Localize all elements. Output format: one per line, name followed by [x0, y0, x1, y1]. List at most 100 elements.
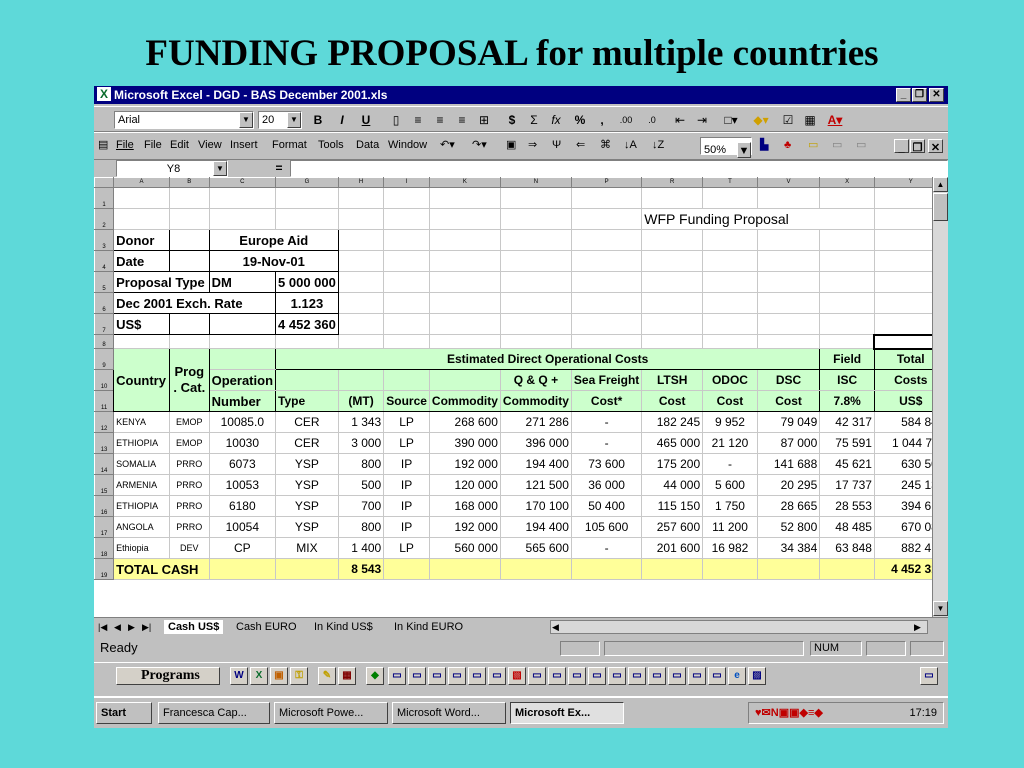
- tab-in-kind-usd[interactable]: In Kind US$: [314, 620, 373, 634]
- tools-icon[interactable]: ✎: [318, 667, 336, 685]
- header-type[interactable]: Type: [275, 390, 339, 412]
- cell-op[interactable]: 10054: [208, 516, 277, 538]
- word-icon[interactable]: W: [230, 667, 248, 685]
- folder-icon[interactable]: ▭: [708, 667, 726, 685]
- column-header[interactable]: I: [383, 177, 430, 188]
- column-header[interactable]: T: [702, 177, 758, 188]
- row-header[interactable]: 12: [94, 411, 115, 433]
- folder-icon[interactable]: ▭: [920, 667, 938, 685]
- start-button[interactable]: Start: [96, 702, 152, 724]
- cell-country[interactable]: ETHIOPIA: [113, 495, 171, 517]
- worksheet-grid[interactable]: A B C G H I K N P R T V X Y 1 2 WFP Fund…: [94, 177, 948, 617]
- chevron-down-icon[interactable]: ▼: [213, 161, 227, 176]
- tab-first-icon[interactable]: |◀: [98, 620, 107, 634]
- cell-ltsh[interactable]: 465 000: [641, 432, 704, 454]
- cell-isc[interactable]: 42 317: [819, 411, 875, 433]
- row-header[interactable]: 8: [94, 334, 115, 349]
- menu-view[interactable]: View: [198, 137, 222, 153]
- info-value[interactable]: 19-Nov-01: [208, 250, 339, 272]
- cell-op[interactable]: 10030: [208, 432, 277, 454]
- sheet-icon[interactable]: ▤: [98, 137, 108, 153]
- cell-prog[interactable]: PRRO: [169, 474, 210, 496]
- cell-sea[interactable]: 73 600: [570, 453, 643, 475]
- cell-qq[interactable]: 565 600: [499, 537, 572, 559]
- cell-source[interactable]: IP: [383, 516, 430, 538]
- network-icon[interactable]: ◆: [366, 667, 384, 685]
- task-francesca[interactable]: Francesca Cap...: [158, 702, 270, 724]
- cell-commodity[interactable]: 192 000: [428, 453, 501, 475]
- row-header[interactable]: 3: [94, 229, 115, 251]
- cell-mt[interactable]: 500: [337, 474, 385, 496]
- cell-odoc[interactable]: 16 982: [702, 537, 758, 559]
- header-operation[interactable]: Operation: [208, 369, 277, 391]
- cell-dsc[interactable]: 79 049: [756, 411, 821, 433]
- folder-icon[interactable]: ▭: [448, 667, 466, 685]
- task-excel[interactable]: Microsoft Ex...: [510, 702, 624, 724]
- decrease-decimal-button[interactable]: .0: [640, 111, 664, 129]
- info-value[interactable]: 5 000 000: [275, 271, 339, 293]
- font-size-combo[interactable]: 20 ▼: [258, 111, 302, 129]
- merge-center-icon[interactable]: ⊞: [474, 111, 494, 129]
- cell-odoc[interactable]: -: [702, 453, 758, 475]
- drawing-icon[interactable]: ▭: [832, 137, 842, 153]
- info-value[interactable]: 4 452 360: [275, 313, 339, 335]
- chart-wizard-icon[interactable]: ▙: [760, 137, 768, 153]
- info-value[interactable]: 1.123: [275, 292, 339, 314]
- cell-country[interactable]: Ethiopia: [113, 537, 171, 559]
- close-button[interactable]: ✕: [929, 88, 944, 102]
- cell-sea[interactable]: 105 600: [570, 516, 643, 538]
- menu-window[interactable]: Window: [388, 137, 427, 153]
- cell-odoc[interactable]: 5 600: [702, 474, 758, 496]
- align-center-icon[interactable]: ≡: [430, 111, 450, 129]
- excel-icon[interactable]: X: [250, 667, 268, 685]
- folder-icon[interactable]: ▭: [608, 667, 626, 685]
- header-isc-rate[interactable]: 7.8%: [819, 390, 875, 412]
- menu-tools[interactable]: Tools: [318, 137, 344, 153]
- italic-button[interactable]: I: [332, 111, 352, 129]
- bold-button[interactable]: B: [308, 111, 328, 129]
- office-assistant-icon[interactable]: ▭: [856, 137, 866, 153]
- header-ltsh[interactable]: LTSH: [641, 369, 704, 391]
- menu-format[interactable]: Format: [272, 137, 307, 153]
- row-header[interactable]: 10: [94, 369, 115, 391]
- column-header[interactable]: A: [113, 177, 171, 188]
- tab-in-kind-euro[interactable]: In Kind EURO: [394, 620, 463, 634]
- restore-button[interactable]: ❐: [912, 88, 927, 102]
- row-header[interactable]: 2: [94, 208, 115, 230]
- cell-dsc[interactable]: 87 000: [756, 432, 821, 454]
- cell-qq[interactable]: 271 286: [499, 411, 572, 433]
- info-dm[interactable]: DM: [208, 271, 277, 293]
- total-label[interactable]: TOTAL CASH: [113, 558, 210, 580]
- tab-cash-euro[interactable]: Cash EURO: [236, 620, 297, 634]
- header-field[interactable]: Field: [819, 348, 875, 370]
- name-box[interactable]: Y8 ▼: [116, 160, 228, 177]
- header-isc[interactable]: ISC: [819, 369, 875, 391]
- cell-country[interactable]: ARMENIA: [113, 474, 171, 496]
- column-header[interactable]: R: [641, 177, 704, 188]
- header-sea-freight[interactable]: Sea Freight: [570, 369, 643, 391]
- currency-button[interactable]: $: [502, 111, 522, 129]
- font-name-combo[interactable]: Arial ▼: [114, 111, 254, 129]
- align-right-icon[interactable]: ≡: [452, 111, 472, 129]
- column-header[interactable]: P: [570, 177, 643, 188]
- cell-op[interactable]: 6180: [208, 495, 277, 517]
- sort-descending-icon[interactable]: ↓Z: [652, 137, 664, 153]
- row-header[interactable]: 9: [94, 348, 115, 370]
- select-all-corner[interactable]: [94, 177, 115, 188]
- header-odoc[interactable]: ODOC: [702, 369, 758, 391]
- cell-commodity[interactable]: 560 000: [428, 537, 501, 559]
- formula-equals-button[interactable]: =: [272, 160, 286, 177]
- cell-country[interactable]: SOMALIA: [113, 453, 171, 475]
- cell-country[interactable]: KENYA: [113, 411, 171, 433]
- cell-prog[interactable]: EMOP: [169, 432, 210, 454]
- table-icon[interactable]: ▦: [800, 111, 820, 129]
- cell-qq[interactable]: 121 500: [499, 474, 572, 496]
- cell-op[interactable]: 6073: [208, 453, 277, 475]
- redo-icon[interactable]: ↷▾: [472, 137, 487, 153]
- menu-insert[interactable]: Insert: [230, 137, 258, 153]
- cell-dsc[interactable]: 52 800: [756, 516, 821, 538]
- menu-data[interactable]: Data: [356, 137, 379, 153]
- cell-isc[interactable]: 75 591: [819, 432, 875, 454]
- tab-next-icon[interactable]: ▶: [128, 620, 135, 634]
- cell-mt[interactable]: 800: [337, 453, 385, 475]
